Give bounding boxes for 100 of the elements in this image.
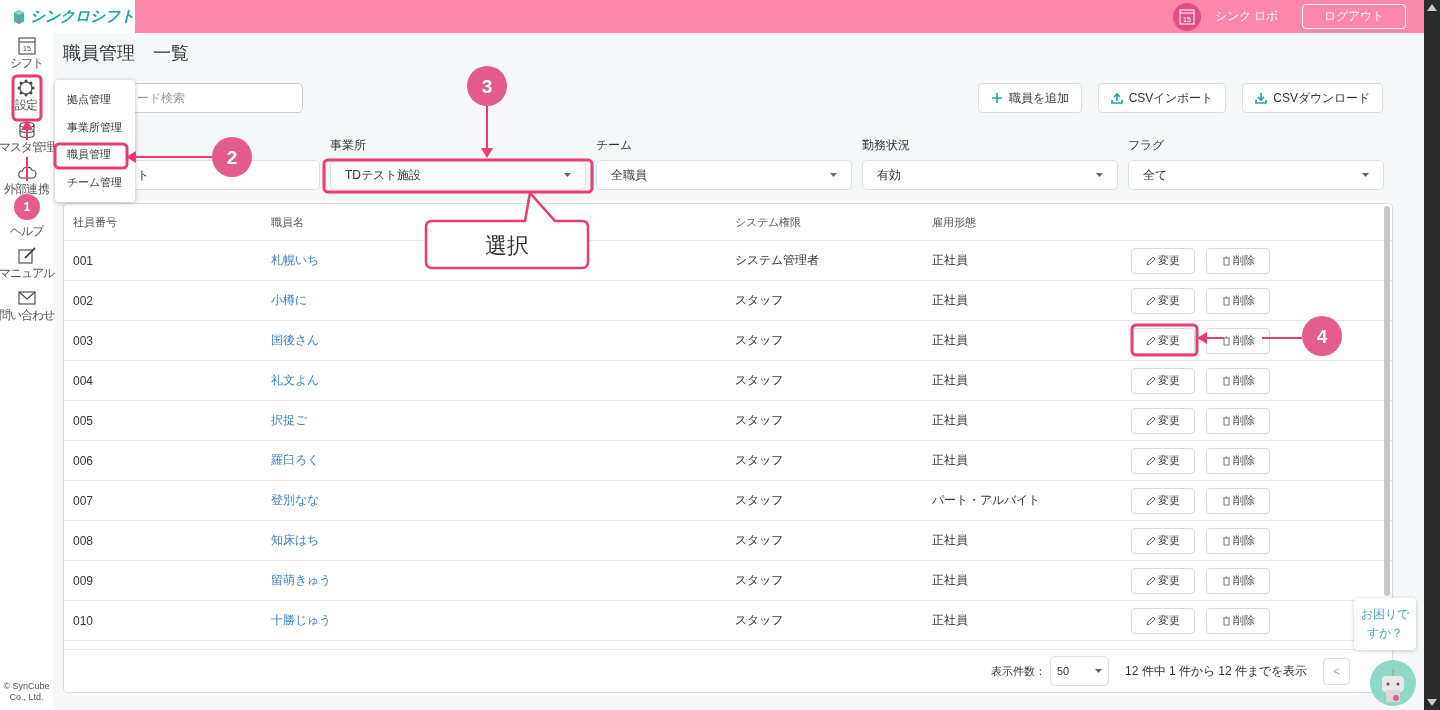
filter-select[interactable]: 全職員 xyxy=(596,160,852,190)
filter-label: チーム xyxy=(596,137,633,151)
action-button[interactable]: CSVインポート xyxy=(1097,83,1227,113)
upload-icon xyxy=(1110,92,1123,104)
delete-button[interactable]: 削除 xyxy=(1206,447,1270,474)
staff-name-link[interactable]: 国後さん xyxy=(271,332,319,349)
trash-icon xyxy=(1221,615,1231,626)
delete-button[interactable]: 削除 xyxy=(1206,407,1270,434)
table-cell-text: スタッフ xyxy=(735,612,784,629)
table-cell-text: スタッフ xyxy=(735,492,784,509)
edit-button[interactable]: 変更 xyxy=(1131,607,1195,634)
action-button[interactable]: 職員を追加 xyxy=(977,83,1082,113)
edit-icon xyxy=(16,247,37,265)
table-cell-text: 正社員 xyxy=(932,292,969,309)
delete-button[interactable]: 削除 xyxy=(1206,567,1270,594)
staff-name-link[interactable]: 羅臼ろく xyxy=(271,452,319,469)
sidebar-label[interactable]: マスタ管理 xyxy=(0,141,55,154)
pointer-arrow xyxy=(21,120,33,182)
pencil-icon xyxy=(1146,255,1156,266)
trash-icon xyxy=(1221,335,1231,346)
sidebar-label[interactable]: ヘルプ xyxy=(9,225,44,238)
column-header: 雇用形態 xyxy=(932,214,977,230)
table-cell-text: スタッフ xyxy=(735,452,784,469)
settings-icon xyxy=(16,79,37,97)
delete-button[interactable]: 削除 xyxy=(1206,487,1270,514)
staff-name-link[interactable]: 留萌きゅう xyxy=(271,572,331,589)
pencil-icon xyxy=(1146,495,1156,506)
staff-name-link[interactable]: 礼文よん xyxy=(271,372,319,389)
sidebar-label[interactable]: 設定 xyxy=(15,99,38,112)
delete-button[interactable]: 削除 xyxy=(1206,527,1270,554)
edit-button[interactable]: 変更 xyxy=(1131,447,1195,474)
table-cell-text: 010 xyxy=(73,613,95,628)
filter-select[interactable]: 有効 xyxy=(862,160,1118,190)
sidebar-label[interactable]: 問い合わせ xyxy=(0,309,55,322)
staff-name-link[interactable]: 択捉ご xyxy=(271,412,307,429)
sidebar-label[interactable]: マニュアル xyxy=(0,267,55,280)
delete-button[interactable]: 削除 xyxy=(1206,287,1270,314)
pencil-icon xyxy=(1146,455,1156,466)
menu-item[interactable]: 職員管理 xyxy=(55,147,135,163)
edit-button[interactable]: 変更 xyxy=(1131,247,1195,274)
staff-name-link[interactable]: 十勝じゅう xyxy=(271,612,331,629)
action-button[interactable]: CSVダウンロード xyxy=(1242,83,1383,113)
table-cell-text: 正社員 xyxy=(932,412,969,429)
page-size-select[interactable]: 50 xyxy=(1049,656,1109,686)
plus-icon xyxy=(990,92,1003,104)
sidebar-label[interactable]: 外部連携 xyxy=(4,183,49,196)
table-cell-text: 正社員 xyxy=(932,572,969,589)
step-badge: 2 xyxy=(212,137,252,177)
trash-icon xyxy=(1221,415,1231,426)
pencil-icon xyxy=(1146,535,1156,546)
edit-button[interactable]: 変更 xyxy=(1131,327,1195,354)
staff-name-link[interactable]: 知床はち xyxy=(271,532,319,549)
filter-label: 事業所 xyxy=(330,137,367,151)
menu-item[interactable]: 事業所管理 xyxy=(55,119,135,135)
column-header: システム権限 xyxy=(735,214,802,230)
help-message: お困りですか？ xyxy=(1360,605,1410,642)
table-cell-text: 001 xyxy=(73,253,95,268)
edit-button[interactable]: 変更 xyxy=(1131,527,1195,554)
table-cell-text: 正社員 xyxy=(932,372,969,389)
pencil-icon xyxy=(1146,415,1156,426)
table-cell-text: 003 xyxy=(73,333,95,348)
table-cell-text: スタッフ xyxy=(735,332,784,349)
delete-button[interactable]: 削除 xyxy=(1206,247,1270,274)
staff-name-link[interactable]: 登別なな xyxy=(271,492,319,509)
edit-button[interactable]: 変更 xyxy=(1131,567,1195,594)
table-cell-text: 正社員 xyxy=(932,332,969,349)
table-cell-text: 正社員 xyxy=(932,252,969,269)
edit-button[interactable]: 変更 xyxy=(1131,287,1195,314)
scrollbar[interactable] xyxy=(1424,0,1440,710)
table-cell-text: 005 xyxy=(73,413,95,428)
callout-bubble: 選択 xyxy=(424,191,590,270)
pointer-arrow xyxy=(481,105,493,158)
table-cell-text: 002 xyxy=(73,293,95,308)
filter-select[interactable]: TDテスト施設 xyxy=(330,160,586,190)
robot-icon[interactable] xyxy=(1370,660,1416,706)
table-cell-text: パート・アルバイト xyxy=(932,492,1041,509)
delete-button[interactable]: 削除 xyxy=(1206,327,1270,354)
page-size-label: 表示件数： xyxy=(990,663,1046,679)
scroll-up-icon xyxy=(1427,4,1437,11)
table-cell-text: スタッフ xyxy=(735,412,784,429)
staff-name-link[interactable]: 小樽に xyxy=(271,292,307,309)
user-name: シンク ロボ xyxy=(1214,8,1278,25)
pencil-icon xyxy=(1146,615,1156,626)
staff-name-link[interactable]: 札幌いち xyxy=(271,252,319,269)
caret-icon xyxy=(1094,669,1102,673)
filter-select[interactable]: 全て xyxy=(1128,160,1384,190)
edit-button[interactable]: 変更 xyxy=(1131,367,1195,394)
highlight-frame xyxy=(11,74,43,122)
pencil-icon xyxy=(1146,375,1156,386)
cloud-icon xyxy=(16,163,37,181)
sidebar-label[interactable]: シフト xyxy=(9,57,44,70)
edit-button[interactable]: 変更 xyxy=(1131,407,1195,434)
delete-button[interactable]: 削除 xyxy=(1206,607,1270,634)
page-summary: 12 件中 1 件から 12 件までを表示 xyxy=(1124,662,1307,680)
step-badge: 4 xyxy=(1302,316,1342,356)
trash-icon xyxy=(1221,375,1231,386)
edit-button[interactable]: 変更 xyxy=(1131,487,1195,514)
page-title: 職員管理 一覧 xyxy=(63,42,190,65)
delete-button[interactable]: 削除 xyxy=(1206,367,1270,394)
scrollbar-thumb[interactable] xyxy=(1384,206,1390,596)
